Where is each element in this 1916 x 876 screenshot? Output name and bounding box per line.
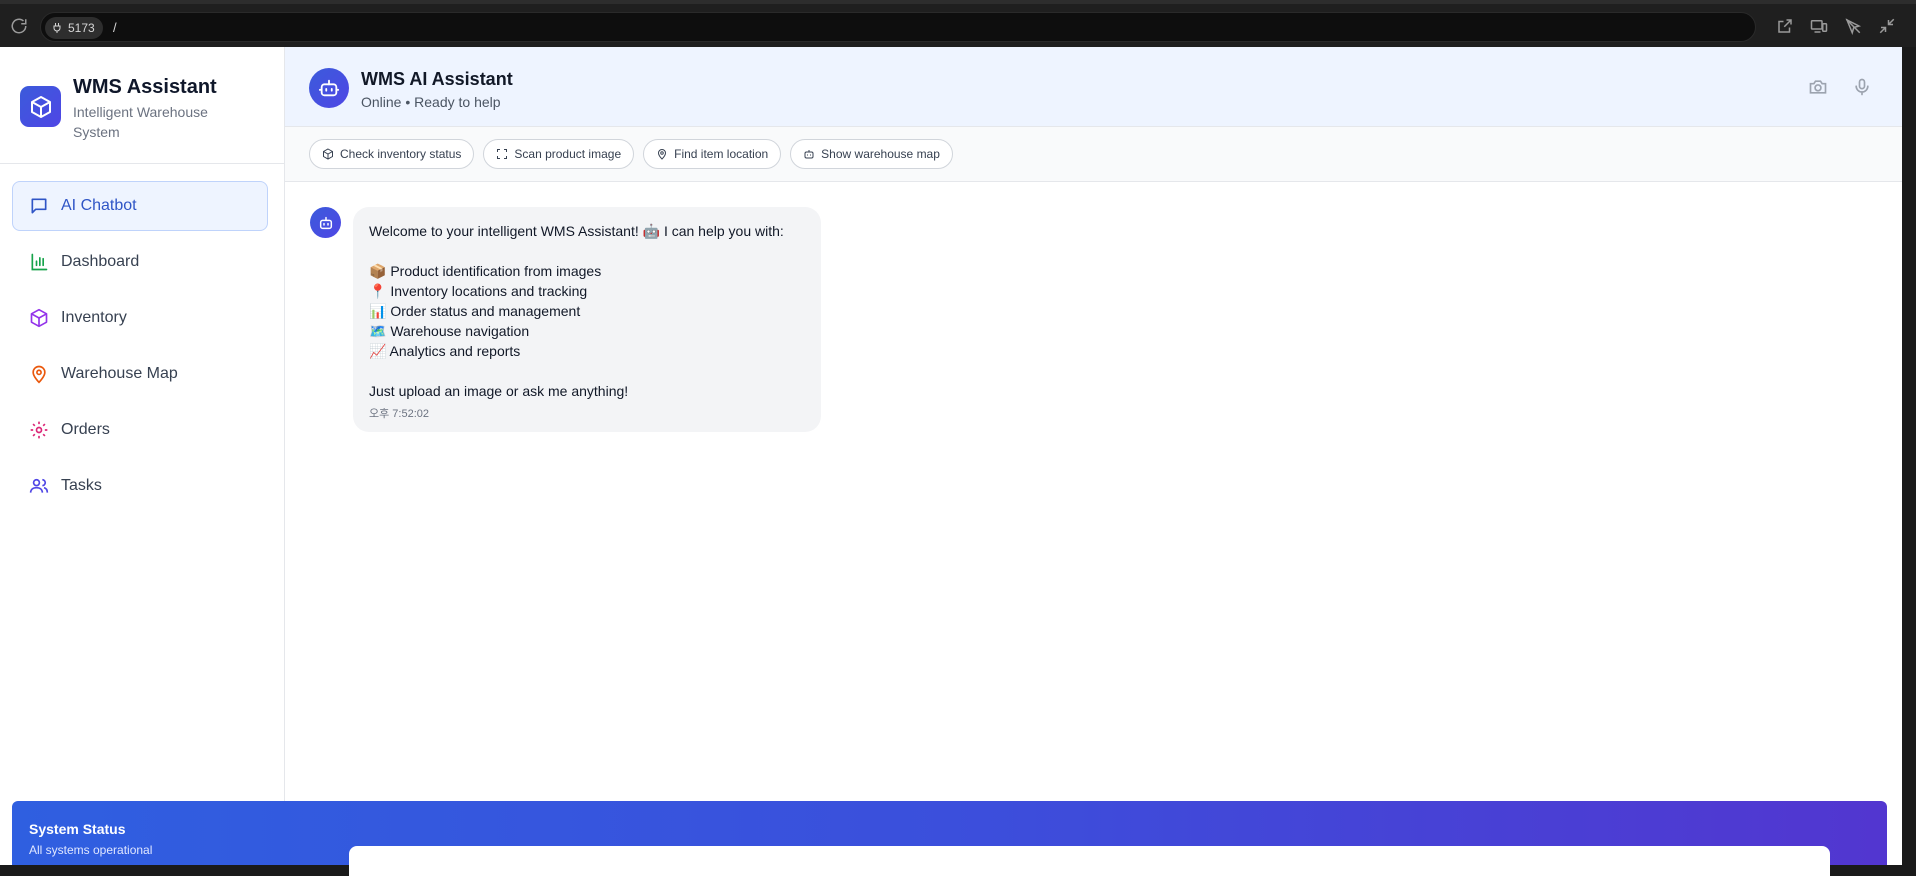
message-list-item: 📊 Order status and management [369,303,581,319]
sidebar-item-label: Inventory [61,309,127,326]
sidebar-item-ai-chatbot[interactable]: AI Chatbot [12,181,268,231]
quick-action-scan-product[interactable]: Scan product image [483,139,635,169]
message-intro: Welcome to your intelligent WMS Assistan… [369,223,784,239]
sidebar-item-dashboard[interactable]: Dashboard [12,237,268,287]
sidebar-item-orders[interactable]: Orders [12,405,268,455]
bot-message-bubble: Welcome to your intelligent WMS Assistan… [353,207,821,432]
plug-icon [53,23,61,33]
bot-icon [804,150,814,159]
sidebar-item-label: Dashboard [61,253,140,270]
app-root: WMS Assistant Intelligent Warehouse Syst… [0,47,1902,876]
reload-icon[interactable] [10,17,28,35]
system-status-subtitle: All systems operational [29,843,153,857]
message-input-card[interactable] [349,846,1830,876]
microphone-icon[interactable] [1852,77,1872,97]
sidebar-item-label: Warehouse Map [61,365,178,382]
inspect-cursor-icon[interactable] [1844,17,1862,36]
system-status-title: System Status [29,821,126,837]
quick-action-find-location[interactable]: Find item location [643,139,782,169]
scan-icon [497,149,508,159]
chat-header: WMS AI Assistant Online • Ready to help [285,47,1902,127]
sidebar-nav: AI Chatbot Dashboard Inventory Warehouse… [12,181,268,517]
sidebar-item-label: AI Chatbot [61,197,137,214]
chat-status: Online • Ready to help [361,94,501,110]
bot-icon [309,68,349,108]
chat-main: WMS AI Assistant Online • Ready to help … [285,47,1902,865]
package-icon [323,148,333,160]
chat-title: WMS AI Assistant [361,69,513,89]
url-path: / [113,20,117,35]
package-icon [20,86,61,127]
quick-action-label: Scan product image [514,147,622,161]
quick-action-check-inventory[interactable]: Check inventory status [309,139,475,169]
quick-actions-bar: Check inventory status Scan product imag… [285,127,1902,182]
message-list-item: 📍 Inventory locations and tracking [369,283,588,299]
bar-chart-icon [29,252,49,272]
package-icon [29,308,49,328]
message-list: Welcome to your intelligent WMS Assistan… [285,182,1902,847]
bot-icon [310,207,341,238]
sidebar-item-label: Orders [61,421,110,438]
camera-icon[interactable] [1808,77,1828,97]
message-list-item: 🗺️ Warehouse navigation [369,323,530,339]
quick-action-label: Check inventory status [340,147,462,161]
map-pin-icon [29,364,49,384]
sidebar-item-warehouse-map[interactable]: Warehouse Map [12,349,268,399]
port-chip[interactable]: 5173 [45,17,103,39]
message-timestamp: 오후 7:52:02 [369,408,429,420]
minimize-icon[interactable] [1878,17,1896,35]
message-list-item: 📦 Product identification from images [369,263,602,279]
brand-subtitle: Intelligent Warehouse System [73,104,208,140]
quick-action-label: Show warehouse map [821,147,940,161]
browser-toolbar: 5173 / [0,0,1916,47]
window-edge [1902,47,1916,865]
users-icon [29,476,49,496]
map-pin-icon [658,149,667,160]
brand-header: WMS Assistant Intelligent Warehouse Syst… [0,47,284,164]
quick-action-label: Find item location [674,147,769,161]
port-label: 5173 [68,21,95,35]
sidebar-item-tasks[interactable]: Tasks [12,461,268,511]
address-bar[interactable]: 5173 / [40,12,1756,42]
sidebar-item-inventory[interactable]: Inventory [12,293,268,343]
quick-action-show-map[interactable]: Show warehouse map [790,139,953,169]
message-outro: Just upload an image or ask me anything! [369,383,629,399]
devices-icon[interactable] [1810,17,1828,35]
gear-icon [29,420,49,440]
system-status-panel: System Status All systems operational [12,801,1887,876]
open-external-icon[interactable] [1776,17,1794,35]
sidebar-item-label: Tasks [61,477,102,494]
brand-title: WMS Assistant [73,76,217,98]
message-list-item: 📈 Analytics and reports [369,343,521,359]
sidebar: WMS Assistant Intelligent Warehouse Syst… [0,47,285,865]
message-square-icon [29,196,49,216]
